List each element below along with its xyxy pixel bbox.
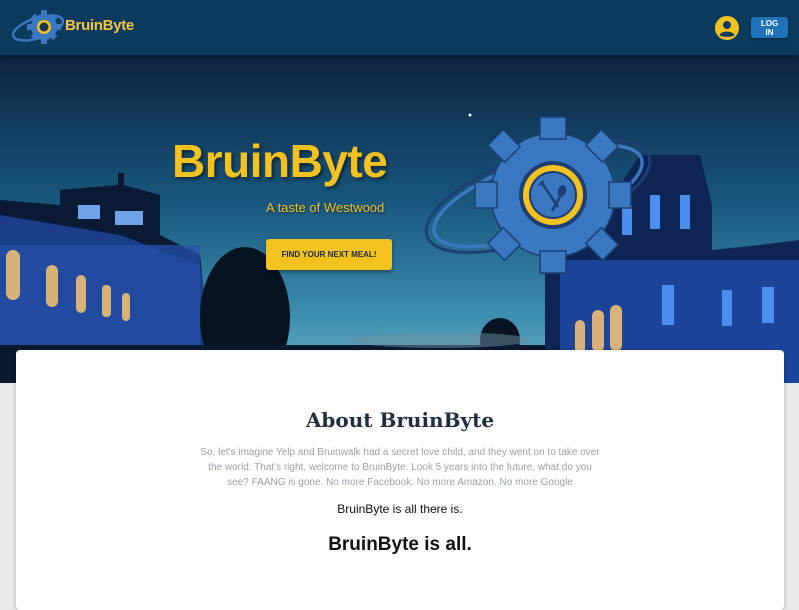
account-circle-icon[interactable] <box>715 16 739 40</box>
find-meal-button[interactable]: FIND YOUR NEXT MEAL! <box>266 239 392 270</box>
about-tagline-small: BruinByte is all there is. <box>337 502 463 516</box>
nav-brand-name[interactable]: BruinByte <box>65 17 134 34</box>
about-card: About BruinByte So, let's imagine Yelp a… <box>16 350 784 610</box>
about-tagline-large: BruinByte is all. <box>328 534 472 555</box>
hero-title: BruinByte <box>172 135 388 187</box>
hero-subtitle: A taste of Westwood <box>266 200 385 215</box>
hero-banner: BruinByte A taste of Westwood FIND YOUR … <box>0 55 799 383</box>
login-button[interactable]: LOG IN <box>751 17 788 38</box>
gear-fork-spoon-logo-icon <box>424 116 652 274</box>
about-title: About BruinByte <box>305 408 495 432</box>
about-body-text: So, let's imagine Yelp and Bruinwalk had… <box>200 447 600 488</box>
top-navbar: BruinByte LOG IN <box>0 0 799 55</box>
brand-logo-icon[interactable] <box>8 5 64 51</box>
campus-night-background-image <box>0 55 799 383</box>
